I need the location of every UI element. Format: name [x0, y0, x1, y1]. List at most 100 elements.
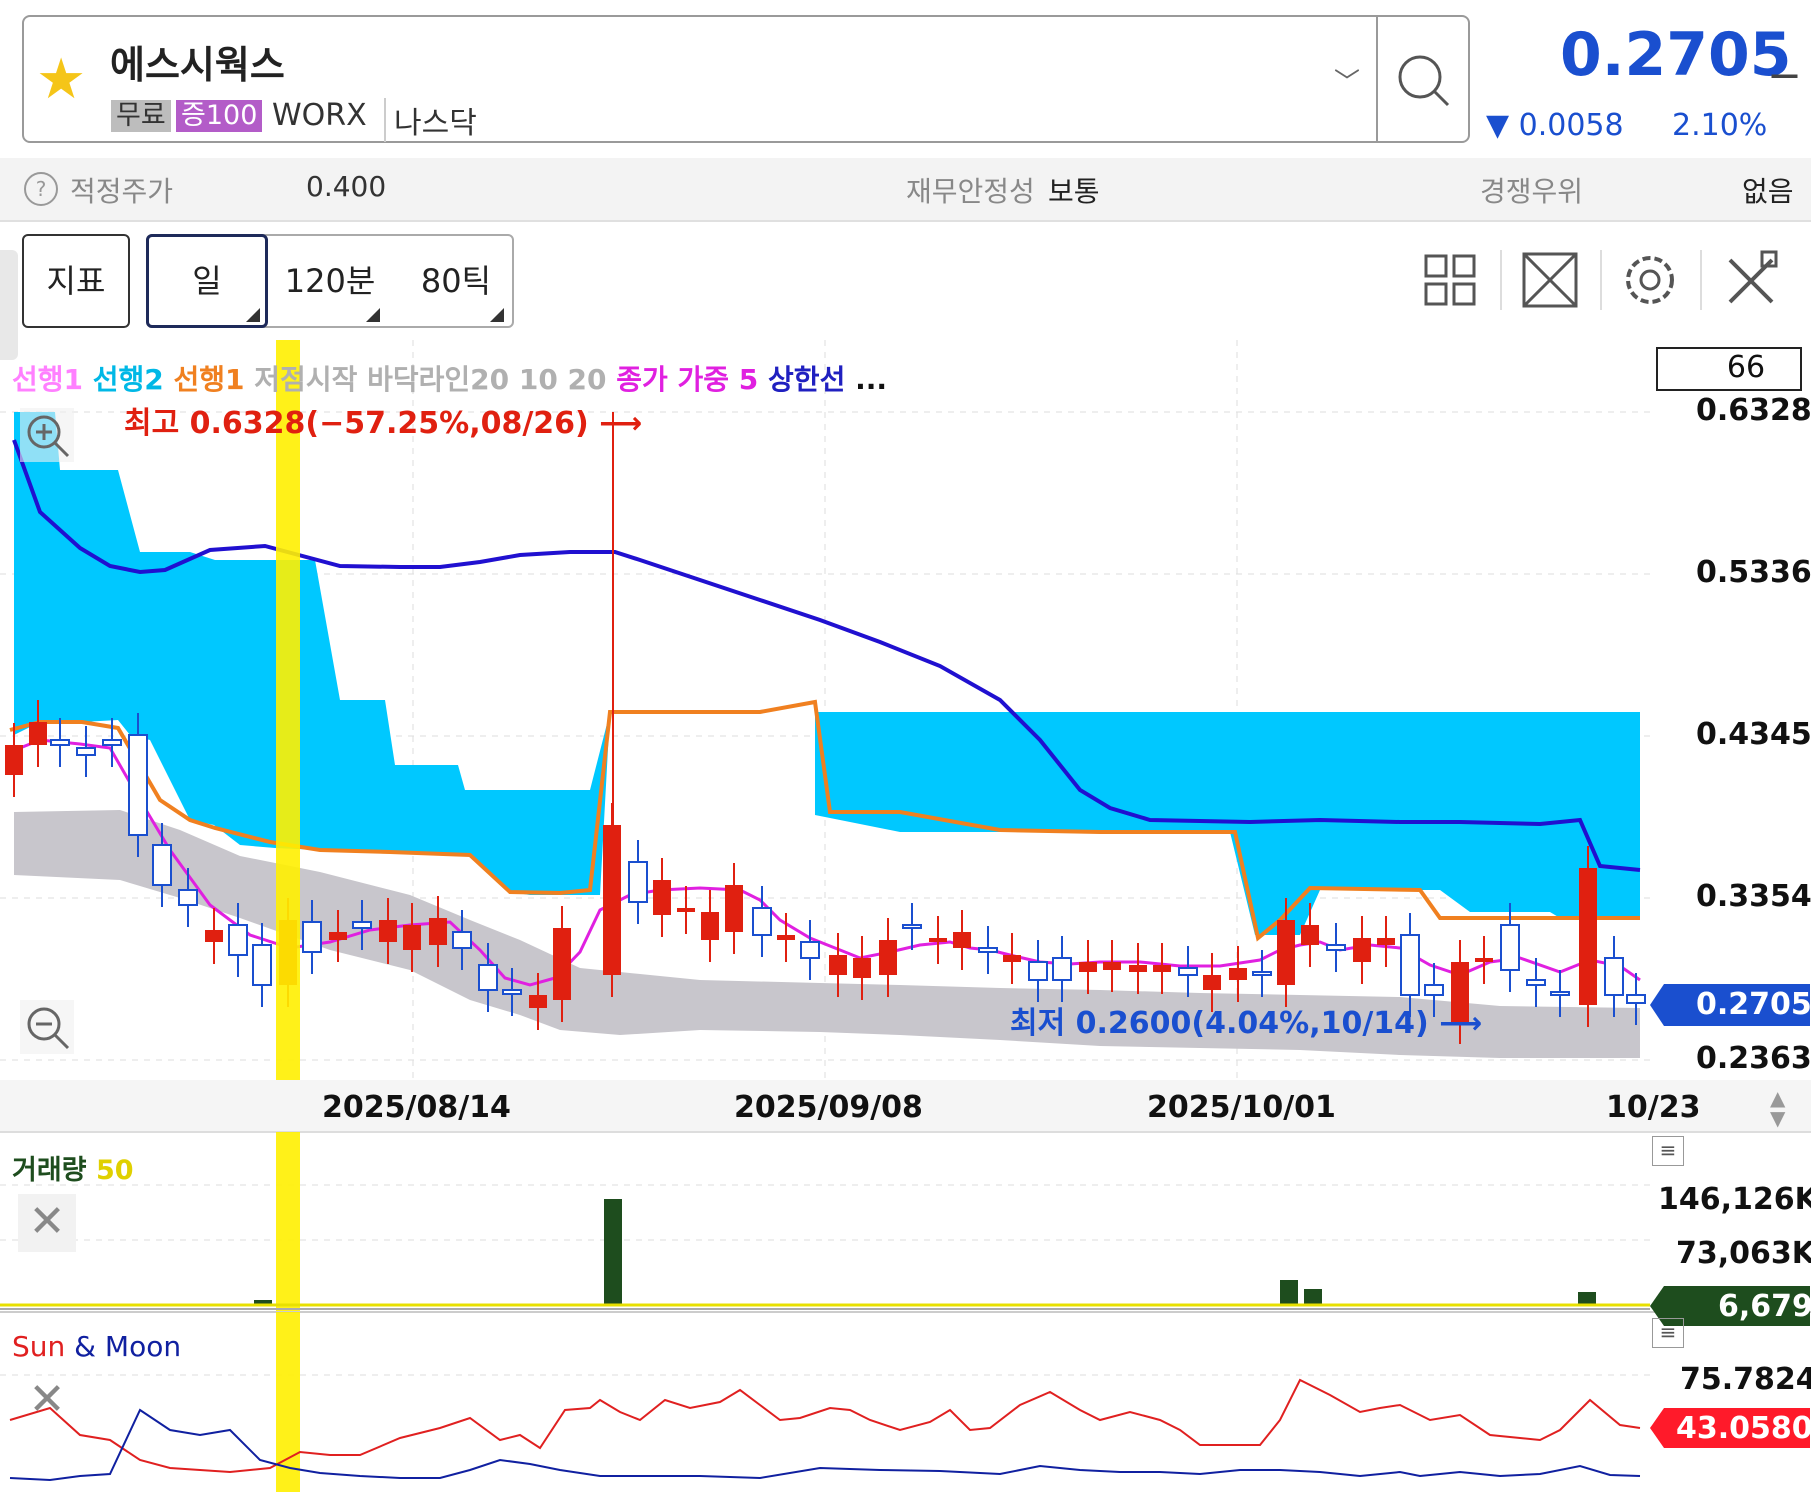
- candle-body: [1526, 979, 1546, 986]
- ticker-symbol: WORX: [272, 98, 367, 133]
- gear-icon[interactable]: [1620, 250, 1680, 310]
- low-annotation: 최저 0.2600(4.04%,10/14) ⟶: [1010, 1006, 1483, 1041]
- candle-body: [102, 739, 122, 746]
- current-price-tag: 0.2705: [1696, 987, 1811, 1022]
- sunmoon-current-tag: 43.0580: [1676, 1411, 1811, 1446]
- legend-item: 선행1: [12, 363, 93, 396]
- indicator-legend[interactable]: 선행1 선행2 선행1 저점시작 바닥라인20 10 20 종가 가중 5 상한…: [12, 358, 887, 398]
- financial-stability-value: 보통: [1048, 175, 1100, 208]
- candle-body: [929, 938, 947, 942]
- candle-body: [1626, 994, 1646, 1004]
- period-count: 66: [1726, 350, 1766, 385]
- market-name: 나스닥: [384, 98, 477, 142]
- candle-body: [879, 940, 897, 975]
- menu-icon[interactable]: ≡: [1652, 1318, 1684, 1348]
- legend-item: 선행2: [92, 363, 174, 396]
- scroll-updown-icon[interactable]: ▲ ▼: [1770, 1088, 1785, 1128]
- candle-body: [478, 964, 498, 991]
- divider: [1500, 250, 1502, 310]
- layout-grid-icon[interactable]: [1420, 250, 1480, 310]
- candle-body: [553, 928, 571, 1000]
- candle-body: [1103, 962, 1121, 970]
- candle-body: [29, 722, 47, 745]
- price-suffix: _: [1772, 20, 1797, 78]
- candle-body: [1500, 924, 1520, 971]
- candle-body: [1604, 957, 1624, 996]
- candle-body: [653, 880, 671, 915]
- legend-item: 저점시작 바닥라인20 10 20: [254, 363, 617, 396]
- candle-body: [76, 747, 96, 756]
- candle-body: [252, 944, 272, 986]
- current-price: 0.2705: [1560, 20, 1792, 90]
- legend-item: 상한선: [768, 363, 856, 396]
- favorite-star-icon[interactable]: ★: [36, 52, 86, 108]
- dropdown-corner-icon: [490, 308, 504, 322]
- competitive-edge-value: 없음: [1742, 175, 1794, 208]
- tools-icon[interactable]: [1722, 250, 1782, 310]
- candle-body: [403, 925, 421, 950]
- candle-body: [1252, 971, 1272, 976]
- candle-body: [5, 745, 23, 775]
- candle-body: [1277, 920, 1295, 985]
- price-change: ▼ 0.0058: [1486, 108, 1624, 143]
- candle-body: [1229, 968, 1247, 980]
- volume-title: 거래량 50: [12, 1155, 134, 1186]
- candle-body: [1579, 868, 1597, 1005]
- candle-body: [1129, 965, 1147, 972]
- divider: [1700, 250, 1702, 310]
- legend-item: 종가 가중 5: [616, 363, 769, 396]
- ichimoku-cloud: [14, 412, 1640, 935]
- candle-body: [1475, 958, 1493, 962]
- dropdown-corner-icon: [366, 308, 380, 322]
- y-tick: 0.4345: [1696, 717, 1811, 752]
- help-icon[interactable]: ?: [24, 172, 58, 206]
- candle-body: [1052, 957, 1072, 981]
- close-icon[interactable]: ✕: [18, 1372, 76, 1430]
- price-chart[interactable]: [0, 340, 1811, 1492]
- zoom-in-icon[interactable]: [20, 408, 74, 462]
- legend-item: 선행1: [173, 363, 255, 396]
- volume-bar: [604, 1199, 622, 1305]
- candle-body: [502, 989, 522, 995]
- indicator-button[interactable]: 지표: [22, 234, 130, 328]
- competitive-edge-label: 경쟁우위: [1480, 175, 1584, 208]
- candle-body: [452, 931, 472, 949]
- search-button[interactable]: [1380, 17, 1468, 141]
- candle-body: [1400, 934, 1420, 996]
- menu-icon[interactable]: ≡: [1652, 1136, 1684, 1166]
- candle-body: [953, 932, 971, 948]
- candle-body: [1003, 955, 1021, 962]
- chevron-down-icon[interactable]: ﹀: [1334, 62, 1360, 99]
- candle-body: [777, 935, 795, 940]
- x-date: 2025/09/08: [734, 1090, 923, 1125]
- candle-body: [978, 947, 998, 953]
- sun-line: [9, 1378, 1641, 1474]
- candle-body: [228, 924, 248, 956]
- candle-body: [379, 920, 397, 942]
- search-icon: [1398, 55, 1450, 107]
- sunmoon-title: Sun & Moon: [12, 1330, 182, 1363]
- side-drawer-handle[interactable]: [0, 250, 18, 360]
- candle-body: [853, 958, 871, 978]
- dropdown-corner-icon: [246, 308, 260, 322]
- candle-body: [829, 955, 847, 975]
- candle-body: [1079, 962, 1097, 972]
- candle-body: [1326, 944, 1346, 951]
- volume-pane: [0, 1132, 1650, 1312]
- fullscreen-icon[interactable]: [1520, 250, 1580, 310]
- candle-body: [725, 885, 743, 932]
- candle-body: [352, 921, 372, 929]
- high-annotation: 최고 0.6328(−57.25%,08/26) ⟶: [124, 406, 643, 441]
- candle-body: [1028, 961, 1048, 981]
- zoom-out-icon[interactable]: [20, 1000, 74, 1054]
- candle-body: [1178, 967, 1198, 976]
- price-change-percent: 2.10%: [1672, 108, 1768, 143]
- fair-price-value: 0.400: [306, 170, 387, 203]
- stock-name: 에스시웍스: [110, 43, 285, 87]
- candle-body: [152, 844, 172, 886]
- financial-stability-label: 재무안정성: [906, 175, 1035, 208]
- candle-body: [329, 932, 347, 940]
- close-icon[interactable]: ✕: [18, 1194, 76, 1252]
- candle-body: [1153, 965, 1171, 972]
- candle-body: [1377, 938, 1395, 945]
